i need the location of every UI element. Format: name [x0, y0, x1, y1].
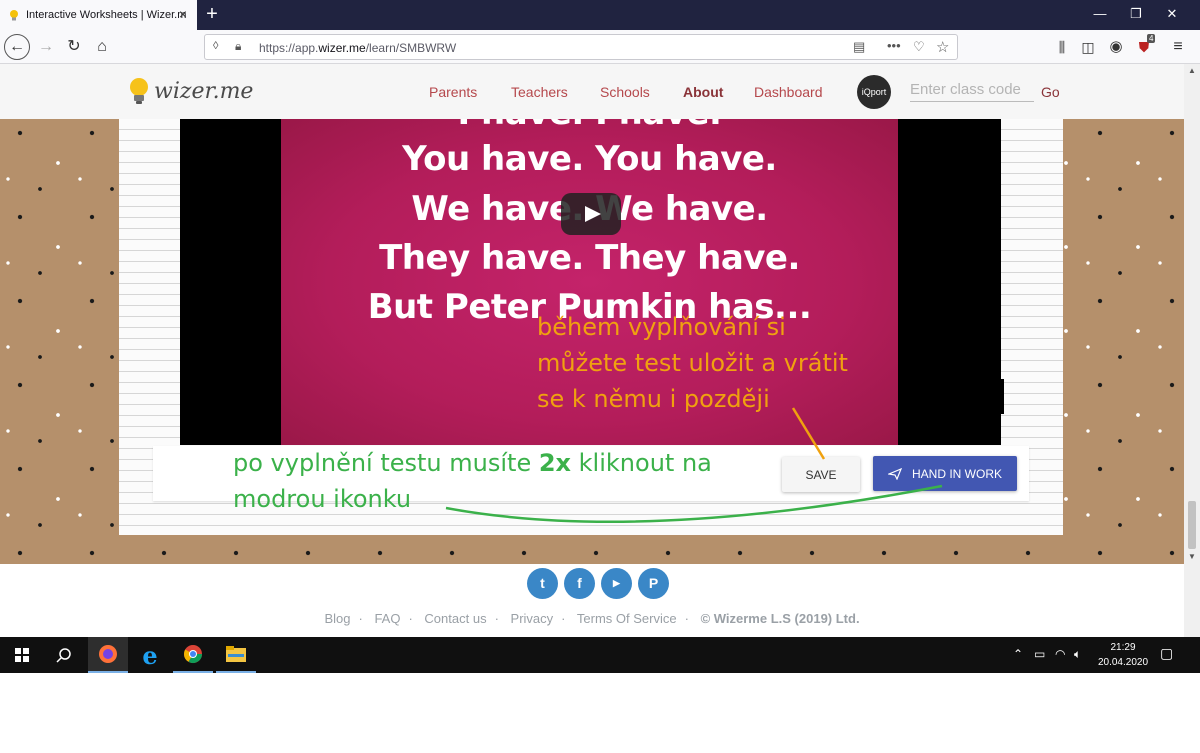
forward-arrow-icon[interactable]: → [34, 35, 58, 59]
extension-badge: 4 [1147, 34, 1156, 43]
sidebar-icon[interactable]: ◫ [1076, 35, 1100, 59]
browser-tab[interactable]: Interactive Worksheets | Wizer.m × [0, 0, 197, 30]
facebook-icon[interactable]: f [564, 568, 595, 599]
system-clock[interactable]: 21:29 20.04.2020 [1093, 640, 1153, 670]
library-icon[interactable]: ⫼ [1050, 35, 1074, 59]
footer-link-terms[interactable]: Terms Of Service [577, 611, 677, 626]
clock-time: 21:29 [1110, 642, 1136, 653]
shield-icon[interactable]: ◊ [213, 40, 218, 52]
firefox-icon[interactable] [88, 637, 128, 673]
internet-explorer-icon[interactable]: e [130, 637, 170, 673]
footer-link-faq[interactable]: FAQ [374, 611, 400, 626]
url-text[interactable]: https://app.wizer.me/learn/SMBWRW [259, 41, 456, 55]
windows-taskbar: e ⌃ ▭ ◠ 🔈︎ 21:29 20.04.2020 ▢ [0, 637, 1200, 673]
menu-icon[interactable]: ≡ [1166, 35, 1190, 59]
minimize-icon[interactable]: — [1090, 4, 1110, 24]
youtube-icon[interactable]: ▶ [601, 568, 632, 599]
footer-link-blog[interactable]: Blog [324, 611, 350, 626]
reader-view-icon[interactable]: ▤ [853, 39, 865, 55]
tray-chevron-icon[interactable]: ⌃ [1013, 647, 1023, 661]
windows-start-icon[interactable] [0, 637, 44, 673]
window-close-icon[interactable]: ✕ [1162, 4, 1182, 24]
browser-title-bar: Interactive Worksheets | Wizer.m × + — ❐… [0, 0, 1200, 30]
copyright-text: © Wizerme L.S (2019) Ltd. [700, 611, 860, 626]
reload-icon[interactable]: ↻ [62, 35, 86, 59]
back-arrow-icon[interactable]: ← [4, 34, 30, 60]
footer-link-privacy[interactable]: Privacy [511, 611, 554, 626]
scroll-down-icon[interactable]: ▼ [1184, 550, 1200, 564]
notifications-icon[interactable]: ▢ [1160, 645, 1173, 662]
file-explorer-icon[interactable] [216, 637, 256, 673]
home-icon[interactable]: ⌂ [90, 35, 114, 59]
battery-icon[interactable]: ▭ [1034, 647, 1045, 661]
restore-icon[interactable]: ❐ [1126, 4, 1146, 24]
url-bar[interactable]: ◊ 🔒︎ https://app.wizer.me/learn/SMBWRW ▤… [204, 34, 958, 60]
tab-title: Interactive Worksheets | Wizer.m [26, 9, 187, 21]
close-tab-icon[interactable]: × [175, 6, 191, 22]
lock-icon[interactable]: 🔒︎ [235, 39, 241, 54]
new-tab-icon[interactable]: + [200, 2, 224, 26]
lightbulb-favicon-icon [10, 10, 18, 21]
footer-links: Blog · FAQ · Contact us · Privacy · Terms Of… [324, 611, 860, 626]
clock-date: 20.04.2020 [1097, 657, 1149, 668]
browser-nav-bar: ← → ↻ ⌂ ◊ 🔒︎ https://app.wizer.me/learn/… [0, 30, 1200, 64]
site-footer: t f ▶ P Blog · FAQ · Contact us · Privacy · … [0, 564, 1184, 637]
web-page: wizer.me Parents Teachers Schools About … [0, 64, 1184, 637]
footer-link-contact[interactable]: Contact us [424, 611, 486, 626]
orange-pointer-line [791, 407, 826, 460]
page-scrollbar[interactable]: ▲ ▼ [1184, 64, 1200, 637]
account-icon[interactable]: ◉ [1104, 35, 1128, 59]
scroll-up-icon[interactable]: ▲ [1184, 64, 1200, 78]
chrome-icon[interactable] [173, 637, 213, 673]
twitter-icon[interactable]: t [527, 568, 558, 599]
pinterest-icon[interactable]: P [638, 568, 669, 599]
search-icon[interactable] [44, 637, 84, 673]
scroll-thumb[interactable] [1188, 501, 1196, 549]
bookmark-star-icon[interactable]: ☆ [936, 38, 949, 56]
wifi-icon[interactable]: ◠ [1055, 647, 1065, 661]
volume-icon[interactable]: 🔈︎ [1074, 647, 1081, 662]
annotation-arrows [445, 407, 943, 524]
pocket-icon[interactable]: ♡ [913, 39, 925, 55]
green-pointer-curve [445, 484, 943, 524]
page-actions-icon[interactable]: ••• [887, 38, 901, 53]
